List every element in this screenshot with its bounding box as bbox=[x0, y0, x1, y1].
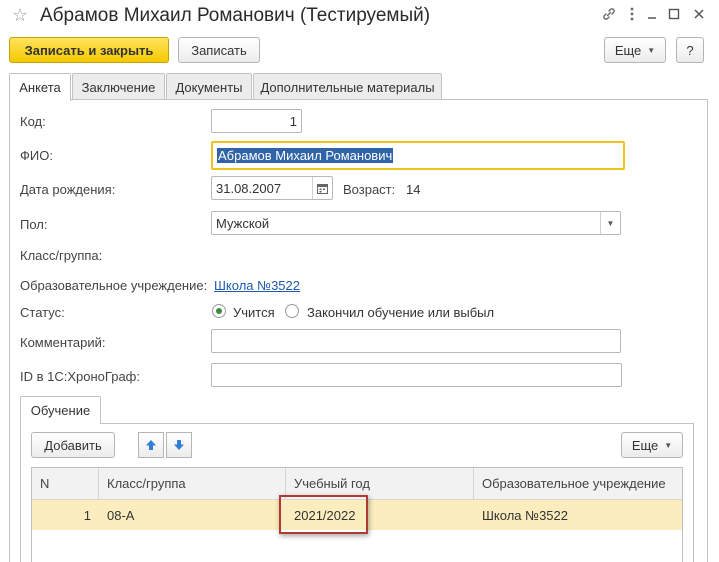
help-button[interactable]: ? bbox=[676, 37, 704, 63]
window-title: Абрамов Михаил Романович (Тестируемый) bbox=[40, 5, 431, 26]
status-studying-radio[interactable] bbox=[212, 304, 226, 318]
tab-label: Анкета bbox=[19, 80, 61, 95]
code-field[interactable]: 1 bbox=[211, 109, 302, 133]
move-down-button[interactable] bbox=[166, 432, 192, 458]
fio-value: Абрамов Михаил Романович bbox=[217, 148, 394, 163]
add-label: Добавить bbox=[44, 437, 102, 453]
comment-field[interactable] bbox=[211, 329, 621, 353]
save-and-close-label: Записать и закрыть bbox=[24, 42, 154, 58]
birth-date-value: 31.08.2007 bbox=[216, 180, 282, 196]
status-option-label: Закончил обучение или выбыл bbox=[307, 305, 495, 320]
chevron-down-icon: ▼ bbox=[647, 45, 656, 55]
tab-label: Документы bbox=[175, 79, 243, 95]
fio-field[interactable]: Абрамов Михаил Романович bbox=[211, 141, 625, 170]
column-header-class[interactable]: Класс/группа bbox=[99, 468, 286, 500]
maximize-icon[interactable] bbox=[665, 5, 683, 23]
gender-select[interactable]: Мужской ▼ bbox=[211, 211, 621, 235]
education-more-button[interactable]: Еще ▼ bbox=[621, 432, 683, 458]
column-header-label: Образовательное учреждение bbox=[482, 476, 666, 491]
status-label: Статус: bbox=[20, 305, 65, 320]
tab-documents[interactable]: Документы bbox=[166, 73, 252, 100]
chevron-down-icon: ▼ bbox=[664, 440, 673, 450]
add-button[interactable]: Добавить bbox=[31, 432, 115, 458]
status-finished-radio[interactable] bbox=[285, 304, 299, 318]
column-header-n[interactable]: N bbox=[32, 468, 99, 500]
cell-n: 1 bbox=[83, 507, 91, 523]
age-label: Возраст: bbox=[343, 182, 396, 197]
tab-additional-materials[interactable]: Дополнительные материалы bbox=[253, 73, 442, 100]
school-link[interactable]: Школа №3522 bbox=[214, 278, 300, 294]
column-header-label: Учебный год bbox=[294, 476, 370, 491]
cell-school: Школа №3522 bbox=[482, 507, 568, 523]
tab-label: Обучение bbox=[30, 403, 91, 418]
help-label: ? bbox=[686, 42, 694, 58]
cell-class: 08-А bbox=[107, 507, 135, 523]
favorite-star-icon[interactable]: ☆ bbox=[12, 5, 28, 25]
close-icon[interactable] bbox=[690, 5, 708, 23]
comment-label: Комментарий: bbox=[20, 335, 106, 350]
calendar-icon[interactable] bbox=[312, 177, 332, 199]
tab-conclusion[interactable]: Заключение bbox=[72, 73, 165, 100]
more-icon[interactable] bbox=[623, 5, 641, 23]
tab-label: Заключение bbox=[81, 79, 156, 95]
chronograph-id-field[interactable] bbox=[211, 363, 622, 387]
age-value: 14 bbox=[406, 182, 421, 197]
save-and-close-button[interactable]: Записать и закрыть bbox=[9, 37, 169, 63]
tab-label: Дополнительные материалы bbox=[260, 79, 435, 95]
column-header-label: Класс/группа bbox=[107, 476, 186, 491]
tab-education[interactable]: Обучение bbox=[20, 396, 101, 424]
dropdown-arrow-icon[interactable]: ▼ bbox=[600, 212, 620, 234]
chronograph-id-label: ID в 1С:ХроноГраф: bbox=[20, 369, 140, 384]
column-header-label: N bbox=[40, 476, 50, 491]
school-label: Образовательное учреждение: bbox=[20, 278, 208, 293]
link-icon[interactable] bbox=[600, 5, 618, 23]
fio-label: ФИО: bbox=[20, 148, 53, 163]
gender-value: Мужской bbox=[216, 215, 270, 231]
more-label: Еще bbox=[614, 42, 642, 58]
arrow-down-icon bbox=[174, 440, 184, 450]
save-button[interactable]: Записать bbox=[178, 37, 260, 63]
gender-label: Пол: bbox=[20, 217, 48, 232]
move-up-button[interactable] bbox=[138, 432, 164, 458]
code-value: 1 bbox=[289, 113, 297, 129]
panel-border-left bbox=[9, 99, 10, 562]
tab-divider bbox=[9, 99, 708, 100]
tab-anketa[interactable]: Анкета bbox=[9, 73, 71, 101]
status-option-label: Учится bbox=[233, 305, 275, 320]
birth-date-field[interactable]: 31.08.2007 bbox=[211, 176, 333, 200]
minimize-icon[interactable] bbox=[643, 5, 661, 23]
panel-border-right bbox=[707, 99, 708, 562]
more-label: Еще bbox=[631, 437, 659, 453]
save-label: Записать bbox=[191, 42, 247, 58]
more-button[interactable]: Еще ▼ bbox=[604, 37, 666, 63]
highlight-box bbox=[279, 495, 368, 534]
arrow-up-icon bbox=[146, 440, 156, 450]
column-header-school[interactable]: Образовательное учреждение bbox=[474, 468, 682, 500]
birth-date-label: Дата рождения: bbox=[20, 182, 116, 197]
class-group-label: Класс/группа: bbox=[20, 248, 103, 263]
code-label: Код: bbox=[20, 114, 46, 129]
